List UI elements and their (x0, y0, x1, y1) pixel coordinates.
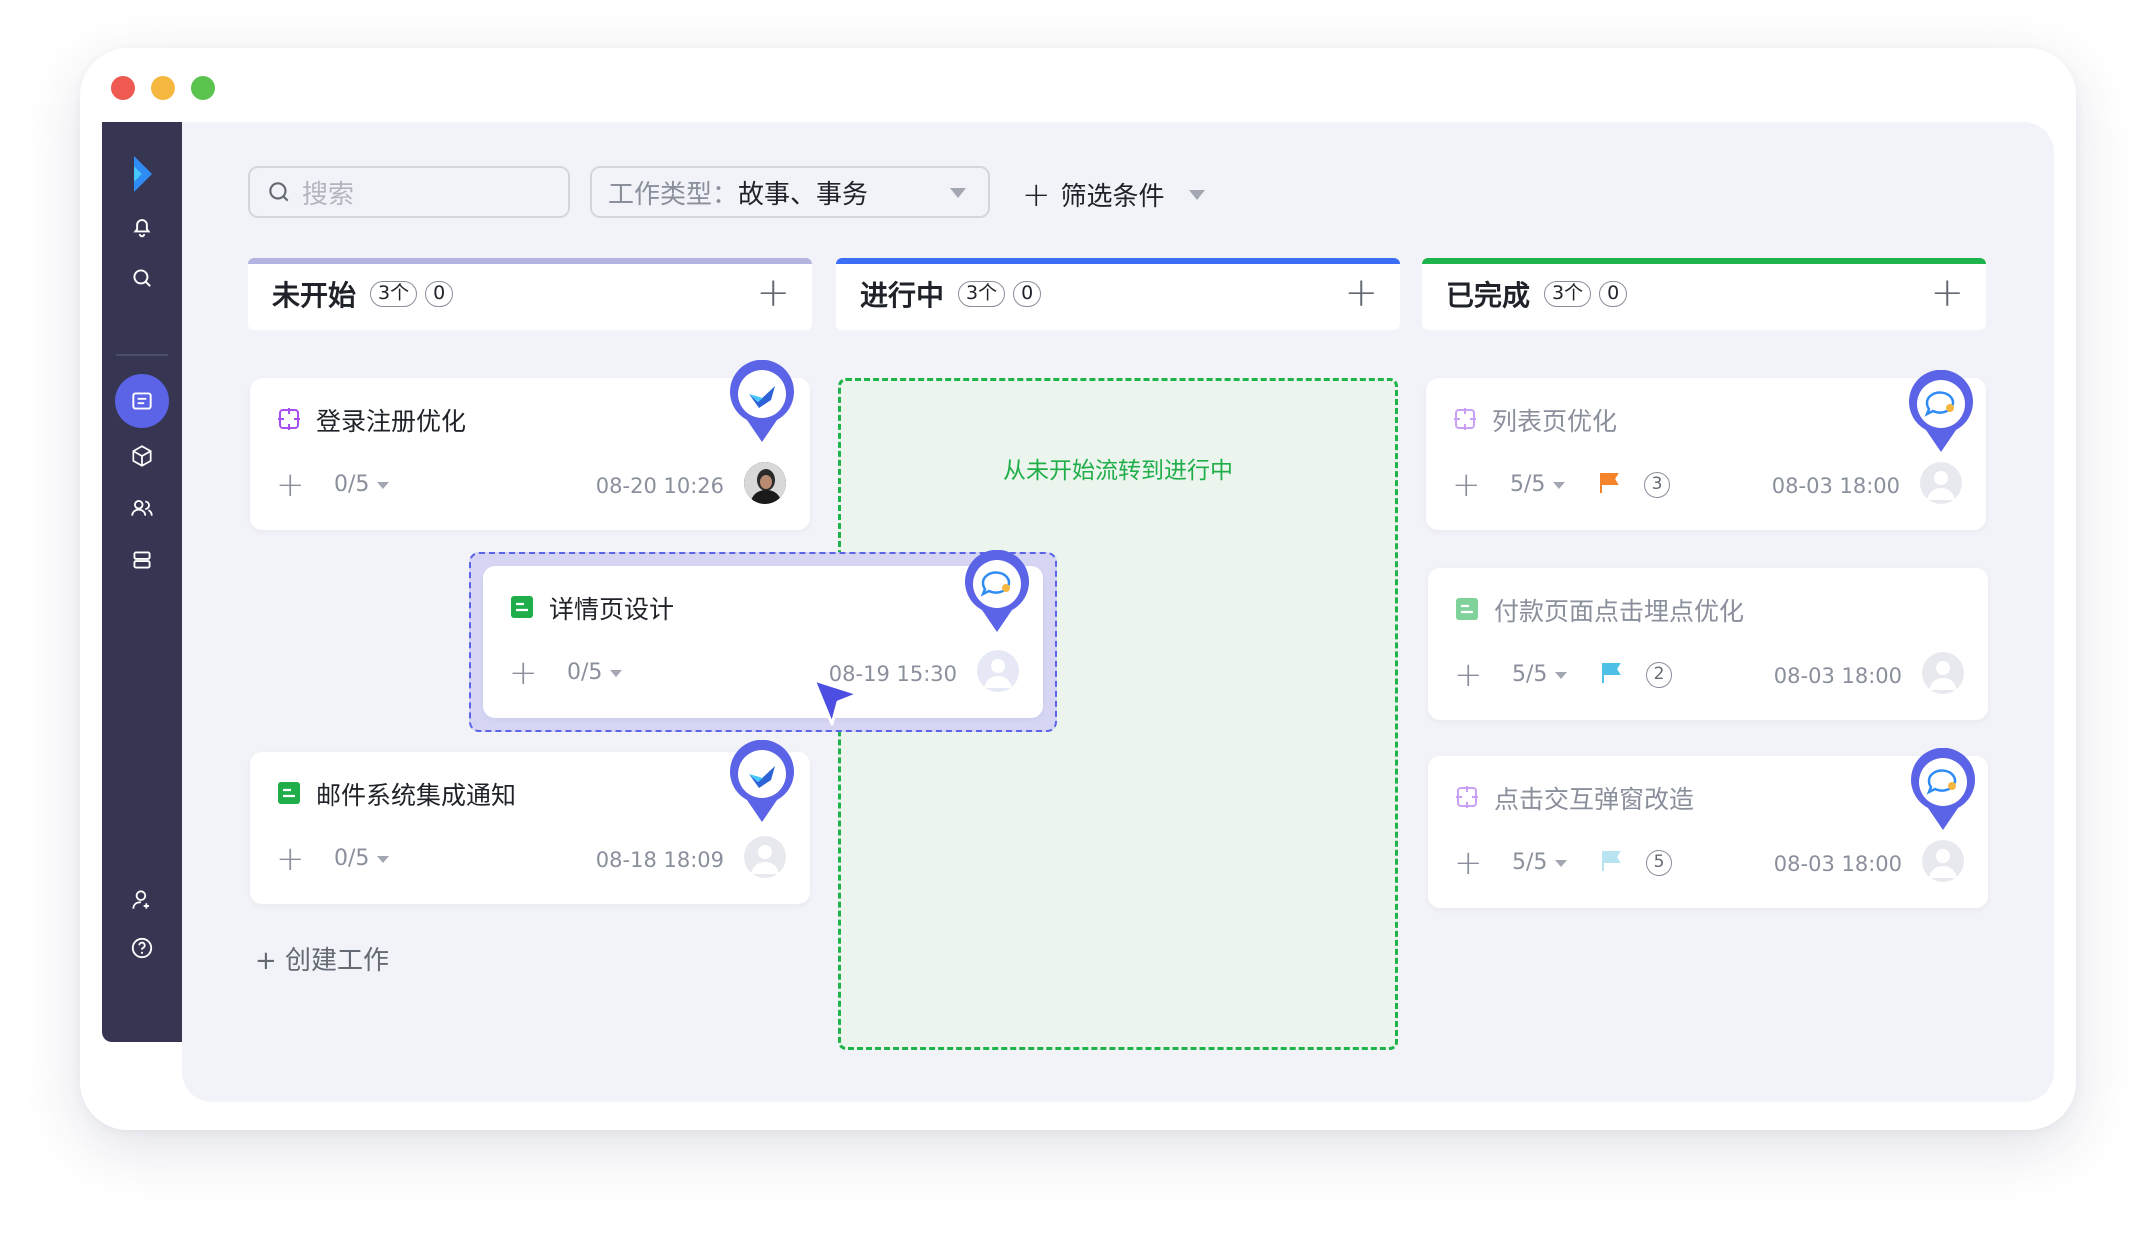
cursor-arrow-icon (812, 678, 860, 726)
task-icon (511, 596, 533, 618)
close-window-button[interactable] (111, 76, 135, 100)
work-type-filter[interactable]: 工作类型： 故事、事务 (590, 166, 990, 218)
avatar[interactable] (744, 836, 786, 878)
card-title: 付款页面点击埋点优化 (1494, 597, 1745, 626)
sidebar (102, 122, 182, 1042)
column-badge: 0 (1599, 281, 1628, 307)
card-title: 详情页设计 (549, 595, 675, 624)
minimize-window-button[interactable] (151, 76, 175, 100)
column-header-todo: 未开始 3个 0 + (248, 258, 812, 330)
due-date: 08-18 18:09 (595, 848, 724, 872)
column-title: 已完成 (1446, 279, 1531, 312)
column-count: 3个 (1544, 281, 1592, 307)
window-controls (111, 76, 215, 100)
work-card[interactable]: 付款页面点击埋点优化 + 5/5 2 08-03 18:00 (1428, 568, 1988, 720)
help-icon[interactable] (124, 930, 160, 966)
avatar[interactable] (1920, 462, 1962, 504)
avatar[interactable] (977, 650, 1019, 692)
sidebar-divider (116, 354, 168, 356)
due-date: 08-03 18:00 (1773, 664, 1902, 688)
search-icon[interactable] (124, 260, 160, 296)
app-logo-icon[interactable] (116, 148, 168, 200)
add-subtask-button[interactable]: + (276, 468, 305, 502)
add-card-button[interactable]: + (1344, 270, 1378, 316)
subtask-progress[interactable]: 5/5 (1512, 850, 1567, 875)
subtask-progress[interactable]: 0/5 (567, 660, 622, 685)
subtask-progress[interactable]: 5/5 (1512, 662, 1567, 687)
add-subtask-button[interactable]: + (1454, 846, 1483, 880)
cube-icon[interactable] (124, 438, 160, 474)
create-work-button[interactable]: + 创建工作 (255, 940, 389, 977)
column-color-bar (1422, 258, 1986, 264)
add-card-button[interactable]: + (756, 270, 790, 316)
work-card[interactable]: 点击交互弹窗改造 + 5/5 5 08-03 18:00 (1428, 756, 1988, 908)
priority-count: 2 (1646, 662, 1672, 688)
card-title: 邮件系统集成通知 (316, 781, 517, 810)
notification-bell-icon[interactable] (124, 208, 160, 244)
add-filter-label: 筛选条件 (1060, 182, 1165, 212)
column-count: 3个 (370, 281, 418, 307)
column-title: 进行中 (860, 279, 945, 312)
storage-icon[interactable] (124, 542, 160, 578)
column-color-bar (248, 258, 812, 264)
due-date: 08-20 10:26 (595, 474, 724, 498)
chat-pin-icon[interactable] (1906, 370, 1976, 454)
column-badge: 0 (425, 281, 454, 307)
priority-count: 5 (1646, 850, 1672, 876)
drop-zone-message: 从未开始流转到进行中 (1003, 458, 1233, 484)
priority-flag-icon[interactable] (1598, 848, 1624, 874)
due-date: 08-03 18:00 (1773, 852, 1902, 876)
team-icon[interactable] (124, 490, 160, 526)
column-color-bar (836, 258, 1400, 264)
avatar[interactable] (1922, 652, 1964, 694)
subtask-progress[interactable]: 0/5 (334, 846, 389, 871)
column-badge: 0 (1013, 281, 1042, 307)
user-profile-icon[interactable] (124, 882, 160, 918)
card-title: 点击交互弹窗改造 (1494, 785, 1695, 814)
board-nav-icon[interactable] (115, 374, 169, 428)
integration-pin-icon[interactable] (727, 740, 797, 824)
integration-pin-icon[interactable] (727, 360, 797, 444)
card-title: 登录注册优化 (316, 407, 467, 436)
work-type-label: 工作类型： (608, 179, 739, 210)
card-title: 列表页优化 (1492, 407, 1618, 436)
task-icon (1456, 598, 1478, 620)
search-placeholder: 搜索 (302, 179, 355, 210)
story-icon (1456, 786, 1478, 808)
priority-flag-icon[interactable] (1596, 470, 1622, 496)
work-card[interactable]: 列表页优化 + 5/5 3 08-03 18:00 (1426, 378, 1986, 530)
add-filter-button[interactable]: + 筛选条件 (1022, 176, 1205, 213)
avatar[interactable] (744, 462, 786, 504)
add-subtask-button[interactable]: + (276, 842, 305, 876)
column-header-done: 已完成 3个 0 + (1422, 258, 1986, 330)
add-subtask-button[interactable]: + (1454, 658, 1483, 692)
subtask-progress[interactable]: 0/5 (334, 472, 389, 497)
maximize-window-button[interactable] (191, 76, 215, 100)
avatar[interactable] (1922, 840, 1964, 882)
column-title: 未开始 (272, 279, 357, 312)
search-icon (269, 182, 289, 202)
work-card[interactable]: 邮件系统集成通知 + 0/5 08-18 18:09 (250, 752, 810, 904)
story-icon (278, 408, 300, 430)
column-header-inprogress: 进行中 3个 0 + (836, 258, 1400, 330)
chat-pin-icon[interactable] (1908, 748, 1978, 832)
chevron-down-icon (1188, 189, 1205, 200)
subtask-progress[interactable]: 5/5 (1510, 472, 1565, 497)
plus-icon: + (1022, 174, 1051, 215)
add-subtask-button[interactable]: + (509, 656, 538, 690)
search-input[interactable]: 搜索 (248, 166, 570, 218)
task-icon (278, 782, 300, 804)
column-count: 3个 (958, 281, 1006, 307)
priority-count: 3 (1644, 472, 1670, 498)
add-card-button[interactable]: + (1930, 270, 1964, 316)
add-subtask-button[interactable]: + (1452, 468, 1481, 502)
priority-flag-icon[interactable] (1598, 660, 1624, 686)
dragging-card[interactable]: 详情页设计 + 0/5 08-19 15:30 (483, 566, 1043, 718)
work-card[interactable]: 登录注册优化 + 0/5 08-20 10:26 (250, 378, 810, 530)
work-type-value: 故事、事务 (738, 179, 869, 210)
due-date: 08-03 18:00 (1771, 474, 1900, 498)
story-icon (1454, 408, 1476, 430)
chevron-down-icon (950, 188, 966, 198)
chat-pin-icon[interactable] (962, 550, 1032, 634)
